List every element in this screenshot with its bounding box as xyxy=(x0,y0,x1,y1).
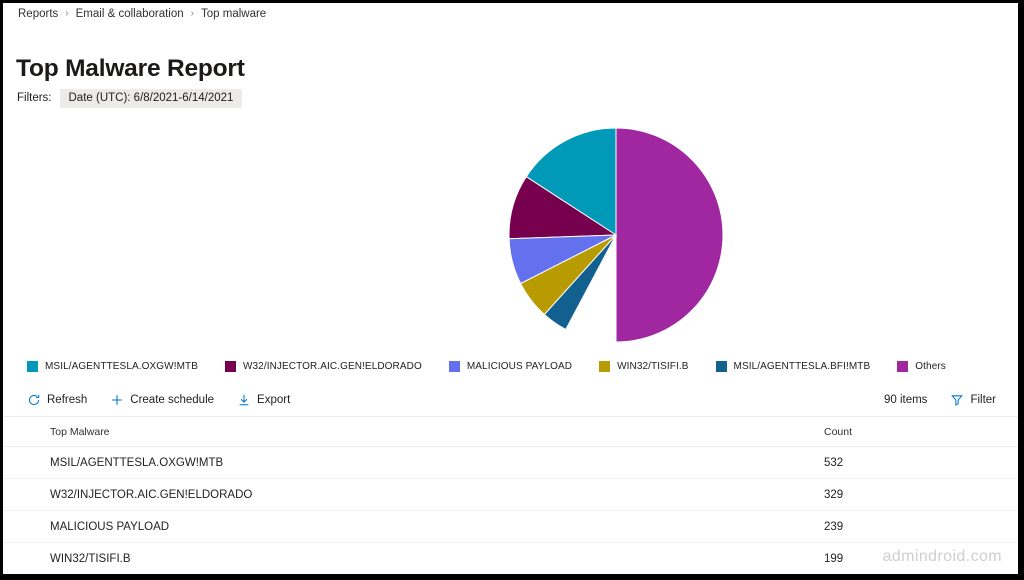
legend-swatch-icon xyxy=(27,360,38,372)
table-row[interactable]: MALICIOUS PAYLOAD 239 xyxy=(3,511,1018,543)
breadcrumb-item-top-malware[interactable]: Top malware xyxy=(200,8,267,20)
legend-item-label: MSIL/AGENTTESLA.OXGW!MTB xyxy=(45,360,198,372)
chart-legend: MSIL/AGENTTESLA.OXGW!MTB W32/INJECTOR.AIC… xyxy=(27,358,946,374)
malware-table: Top Malware Count MSIL/AGENTTESLA.OXGW!M… xyxy=(3,417,1018,574)
refresh-icon xyxy=(26,392,41,407)
column-header-count[interactable]: Count xyxy=(820,426,1002,438)
refresh-button[interactable]: Refresh xyxy=(20,388,93,411)
export-button-label: Export xyxy=(257,393,291,406)
items-count: 90 items xyxy=(883,393,928,406)
pie-chart[interactable]: OthersMSIL/AGENTTESLA.OXGW!MTBW32/INJECT… xyxy=(509,128,723,342)
legend-item[interactable]: MSIL/AGENTTESLA.OXGW!MTB xyxy=(27,360,198,372)
filter-pill-date[interactable]: Date (UTC): 6/8/2021-6/14/2021 xyxy=(59,88,243,108)
table-row[interactable]: WIN32/TISIFI.B 199 xyxy=(3,543,1018,574)
legend-swatch-icon xyxy=(448,360,460,372)
cell-top-malware: WIN32/TISIFI.B xyxy=(50,552,131,565)
create-schedule-button-label: Create schedule xyxy=(130,393,215,406)
chart-area: OthersMSIL/AGENTTESLA.OXGW!MTBW32/INJECT… xyxy=(3,113,1018,353)
filters-label: Filters: xyxy=(17,92,52,104)
cell-top-malware: MALICIOUS PAYLOAD xyxy=(50,520,170,533)
legend-item[interactable]: MALICIOUS PAYLOAD xyxy=(448,360,573,372)
table-row[interactable]: W32/INJECTOR.AIC.GEN!ELDORADO 329 xyxy=(3,479,1018,511)
column-header-top-malware[interactable]: Top Malware xyxy=(20,426,820,438)
create-schedule-button[interactable]: Create schedule xyxy=(103,388,220,411)
report-page: Reports › Email & collaboration › Top ma… xyxy=(3,3,1018,574)
command-bar-left: Refresh Create schedule Export xyxy=(20,388,296,411)
legend-item-label: MALICIOUS PAYLOAD xyxy=(466,360,573,372)
legend-swatch-icon xyxy=(897,360,909,372)
window-frame: Reports › Email & collaboration › Top ma… xyxy=(0,0,1024,580)
cell-count: 239 xyxy=(824,520,844,533)
pie-chart-svg: OthersMSIL/AGENTTESLA.OXGW!MTBW32/INJECT… xyxy=(509,128,723,342)
funnel-icon xyxy=(949,392,964,407)
table-body: MSIL/AGENTTESLA.OXGW!MTB 532 W32/INJECTOR.… xyxy=(3,447,1018,574)
table-header-row: Top Malware Count xyxy=(3,417,1018,447)
breadcrumb: Reports › Email & collaboration › Top ma… xyxy=(17,6,267,22)
table-row[interactable]: MSIL/AGENTTESLA.OXGW!MTB 532 xyxy=(3,447,1018,479)
legend-item-label: Others xyxy=(915,360,946,372)
legend-item-label: MSIL/AGENTTESLA.BFI!MTB xyxy=(733,360,871,372)
legend-item[interactable]: WIN32/TISIFI.B xyxy=(599,360,689,372)
filter-button[interactable]: Filter xyxy=(943,388,1002,411)
legend-item[interactable]: W32/INJECTOR.AIC.GEN!ELDORADO xyxy=(224,360,422,372)
legend-swatch-icon xyxy=(715,360,727,372)
export-button[interactable]: Export xyxy=(230,388,296,411)
legend-item-label: W32/INJECTOR.AIC.GEN!ELDORADO xyxy=(242,360,422,372)
legend-swatch-icon xyxy=(599,360,611,372)
command-bar-right: 90 items Filter xyxy=(884,388,1002,411)
cell-top-malware: MSIL/AGENTTESLA.OXGW!MTB xyxy=(50,456,224,469)
breadcrumb-separator-icon: › xyxy=(65,8,69,19)
refresh-button-label: Refresh xyxy=(47,393,88,406)
breadcrumb-item-email-collaboration[interactable]: Email & collaboration xyxy=(75,8,185,20)
page-title: Top Malware Report xyxy=(16,55,245,83)
legend-swatch-icon xyxy=(224,360,236,372)
cell-count: 532 xyxy=(824,456,844,469)
legend-item[interactable]: MSIL/AGENTTESLA.BFI!MTB xyxy=(715,360,871,372)
command-bar: Refresh Create schedule Export 90 items … xyxy=(3,383,1018,417)
cell-top-malware: W32/INJECTOR.AIC.GEN!ELDORADO xyxy=(50,488,253,501)
filters-row: Filters: Date (UTC): 6/8/2021-6/14/2021 xyxy=(17,88,243,108)
cell-count: 199 xyxy=(824,552,844,565)
legend-item[interactable]: Others xyxy=(897,360,946,372)
download-icon xyxy=(236,392,251,407)
legend-item-label: WIN32/TISIFI.B xyxy=(617,360,689,372)
pie-slice[interactable]: Others xyxy=(615,128,723,342)
filter-button-label: Filter xyxy=(970,393,996,406)
cell-count: 329 xyxy=(824,488,844,501)
plus-icon xyxy=(109,392,124,407)
breadcrumb-item-reports[interactable]: Reports xyxy=(17,8,59,20)
breadcrumb-separator-icon: › xyxy=(190,8,194,19)
